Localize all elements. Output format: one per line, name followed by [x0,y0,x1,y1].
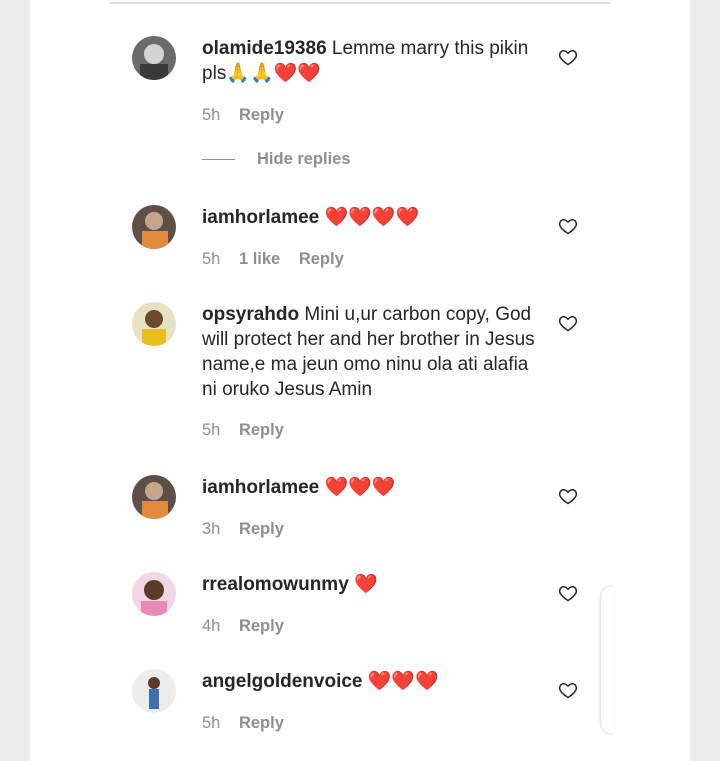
comment-meta: 5h Reply [202,714,298,733]
timestamp: 4h [202,617,221,635]
divider [110,2,610,4]
comment-text: opsyrahdo Mini u,ur carbon copy, God wil… [202,302,542,402]
reply-button[interactable]: Reply [239,520,284,538]
comment-body: ❤️❤️❤️ [367,671,439,692]
reply-button[interactable]: Reply [299,250,344,268]
hide-replies-label: Hide replies [257,150,351,168]
comment-meta: 4h Reply [202,617,298,636]
avatar[interactable] [132,302,176,346]
heart-outline-icon[interactable] [558,583,578,603]
comment-text: iamhorlamee ❤️❤️❤️ [202,475,542,500]
side-panel-edge [600,585,613,735]
reply-button[interactable]: Reply [239,617,284,635]
comment-text: angelgoldenvoice ❤️❤️❤️ [202,669,542,694]
timestamp: 5h [202,421,221,439]
heart-outline-icon[interactable] [558,47,578,67]
heart-outline-icon[interactable] [558,313,578,333]
reply-button[interactable]: Reply [239,714,284,732]
reply-button[interactable]: Reply [239,106,284,124]
comment-text: rrealomowunmy ❤️ [202,572,542,597]
username-link[interactable]: iamhorlamee [202,207,319,228]
comment-meta: 5h 1 like Reply [202,250,358,269]
timestamp: 5h [202,714,221,732]
comment-body: ❤️❤️❤️❤️ [324,207,420,228]
timestamp: 3h [202,520,221,538]
comment-meta: 5h Reply [202,421,298,440]
avatar[interactable] [132,669,176,713]
heart-outline-icon[interactable] [558,680,578,700]
username-link[interactable]: rrealomowunmy [202,574,349,595]
comment-body: ❤️ [354,574,378,595]
comment-text: olamide19386 Lemme marry this pikin pls🙏… [202,36,542,86]
username-link[interactable]: opsyrahdo [202,304,299,325]
heart-outline-icon[interactable] [558,486,578,506]
avatar[interactable] [132,475,176,519]
likes-count[interactable]: 1 like [239,250,280,268]
timestamp: 5h [202,106,221,124]
comment-body: ❤️❤️❤️ [324,477,396,498]
username-link[interactable]: angelgoldenvoice [202,671,362,692]
avatar[interactable] [132,36,176,80]
timestamp: 5h [202,250,221,268]
avatar[interactable] [132,205,176,249]
reply-button[interactable]: Reply [239,421,284,439]
comment-meta: 3h Reply [202,520,298,539]
comment-meta: 5h Reply [202,106,298,125]
avatar[interactable] [132,572,176,616]
comment-text: iamhorlamee ❤️❤️❤️❤️ [202,205,542,230]
username-link[interactable]: olamide19386 [202,38,327,59]
username-link[interactable]: iamhorlamee [202,477,319,498]
heart-outline-icon[interactable] [558,216,578,236]
divider-line [202,159,235,161]
hide-replies-button[interactable]: Hide replies [202,150,351,169]
